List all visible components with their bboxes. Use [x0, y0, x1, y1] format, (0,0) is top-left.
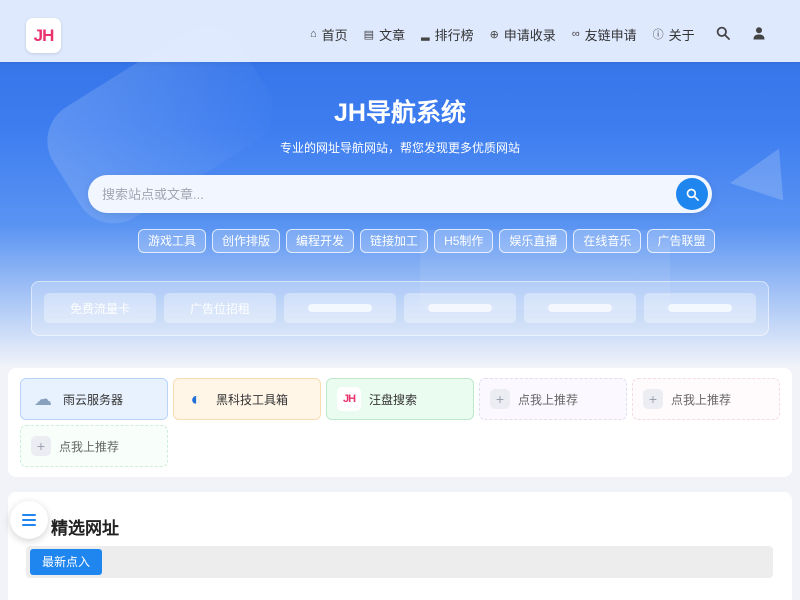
nav-item-friend-links[interactable]: ∞ 友链申请: [572, 24, 637, 44]
ad-panel: 免费流量卡 广告位招租: [31, 281, 769, 336]
ad-slot-placeholder[interactable]: [524, 293, 636, 323]
tab-latest[interactable]: 最新点入: [30, 549, 103, 575]
document-icon: ▤: [363, 28, 375, 41]
featured-section: 精选网址 最新点入: [8, 492, 792, 600]
nav-label: 排行榜: [434, 27, 474, 43]
header-search-button[interactable]: [716, 26, 730, 40]
ad-slot-placeholder[interactable]: [404, 293, 516, 323]
recommend-label: 黑科技工具箱: [216, 392, 289, 407]
tab-strip: 最新点入: [26, 546, 773, 578]
plus-icon: +: [490, 389, 510, 409]
ad-slot-placeholder[interactable]: [284, 293, 396, 323]
page-title: JH导航系统: [334, 99, 466, 127]
search-input[interactable]: [102, 184, 662, 204]
nav-label: 首页: [321, 27, 348, 43]
nav-label: 文章: [379, 27, 406, 43]
recommend-item[interactable]: JH 汪盘搜索: [326, 378, 474, 420]
nav-item-home[interactable]: ⌂ 首页: [310, 24, 348, 44]
tag-button[interactable]: 在线音乐: [573, 229, 642, 253]
tag-button[interactable]: 广告联盟: [647, 229, 716, 253]
tag-button[interactable]: H5制作: [434, 229, 494, 253]
menu-icon: [22, 514, 36, 526]
recommend-empty-slot[interactable]: + 点我上推荐: [632, 378, 780, 420]
main-nav: ⌂ 首页 ▤ 文章 ▂ 排行榜 ⊕ 申请收录 ∞ 友链申请 ⓘ 关于: [310, 24, 711, 44]
nav-item-about[interactable]: ⓘ 关于: [653, 24, 695, 44]
tag-button[interactable]: 链接加工: [360, 229, 429, 253]
placeholder-bar: [428, 304, 492, 312]
ad-label: 广告位招租: [189, 301, 250, 316]
ranking-icon: ▂: [421, 28, 430, 41]
toolbox-logo-icon: ◐: [190, 388, 202, 409]
tag-button[interactable]: 游戏工具: [138, 229, 207, 253]
ad-slot-placeholder[interactable]: [644, 293, 756, 323]
nav-label: 友链申请: [584, 27, 637, 43]
top-header: JH ⌂ 首页 ▤ 文章 ▂ 排行榜 ⊕ 申请收录 ∞ 友链申请 ⓘ 关于: [0, 0, 800, 62]
placeholder-bar: [668, 304, 732, 312]
nav-item-ranking[interactable]: ▂ 排行榜: [421, 24, 473, 44]
recommend-card: ☁ 雨云服务器 ◐ 黑科技工具箱 JH 汪盘搜索 + 点我上推荐 + 点我上推荐…: [8, 368, 792, 477]
recommend-empty-slot[interactable]: + 点我上推荐: [20, 425, 168, 467]
search-icon: [686, 188, 699, 201]
nav-item-submit[interactable]: ⊕ 申请收录: [490, 24, 556, 44]
ad-slot[interactable]: 广告位招租: [164, 293, 276, 323]
recommend-empty-slot[interactable]: + 点我上推荐: [479, 378, 627, 420]
tag-button[interactable]: 编程开发: [286, 229, 355, 253]
info-icon: ⓘ: [652, 29, 664, 41]
plus-icon: +: [31, 436, 51, 456]
menu-toggle-button[interactable]: [10, 501, 48, 539]
tag-button[interactable]: 娱乐直播: [499, 229, 568, 253]
recommend-label: 雨云服务器: [63, 392, 124, 407]
link-icon: ∞: [571, 28, 580, 40]
jh-logo-icon: JH: [337, 387, 361, 411]
nav-label: 关于: [668, 27, 695, 43]
section-title: 精选网址: [51, 519, 119, 538]
cloud-weather-icon: ☁: [34, 388, 52, 409]
quick-tags: 游戏工具 创作排版 编程开发 链接加工 H5制作 娱乐直播 在线音乐 广告联盟: [138, 229, 721, 253]
nav-label: 申请收录: [503, 27, 556, 43]
tag-button[interactable]: 创作排版: [212, 229, 281, 253]
placeholder-bar: [308, 304, 372, 312]
plus-icon: +: [643, 389, 663, 409]
ad-label: 免费流量卡: [69, 301, 130, 316]
page-subtitle: 专业的网址导航网站，帮您发现更多优质网站: [279, 141, 520, 155]
recommend-item[interactable]: ◐ 黑科技工具箱: [173, 378, 321, 420]
hero-search-box: [88, 175, 712, 213]
nav-item-articles[interactable]: ▤ 文章: [364, 24, 405, 44]
search-submit-button[interactable]: [676, 178, 708, 210]
site-logo[interactable]: JH: [26, 18, 61, 53]
placeholder-bar: [548, 304, 612, 312]
user-account-button[interactable]: [752, 26, 766, 40]
home-icon: ⌂: [310, 28, 317, 40]
recommend-label: 汪盘搜索: [369, 392, 418, 407]
ad-slot[interactable]: 免费流量卡: [44, 293, 156, 323]
recommend-label: 点我上推荐: [59, 439, 120, 454]
recommend-item[interactable]: ☁ 雨云服务器: [20, 378, 168, 420]
recommend-label: 点我上推荐: [518, 392, 579, 407]
search-icon: [716, 26, 730, 40]
recommend-label: 点我上推荐: [671, 392, 732, 407]
user-icon: [753, 27, 765, 40]
plus-circle-icon: ⊕: [489, 28, 499, 41]
